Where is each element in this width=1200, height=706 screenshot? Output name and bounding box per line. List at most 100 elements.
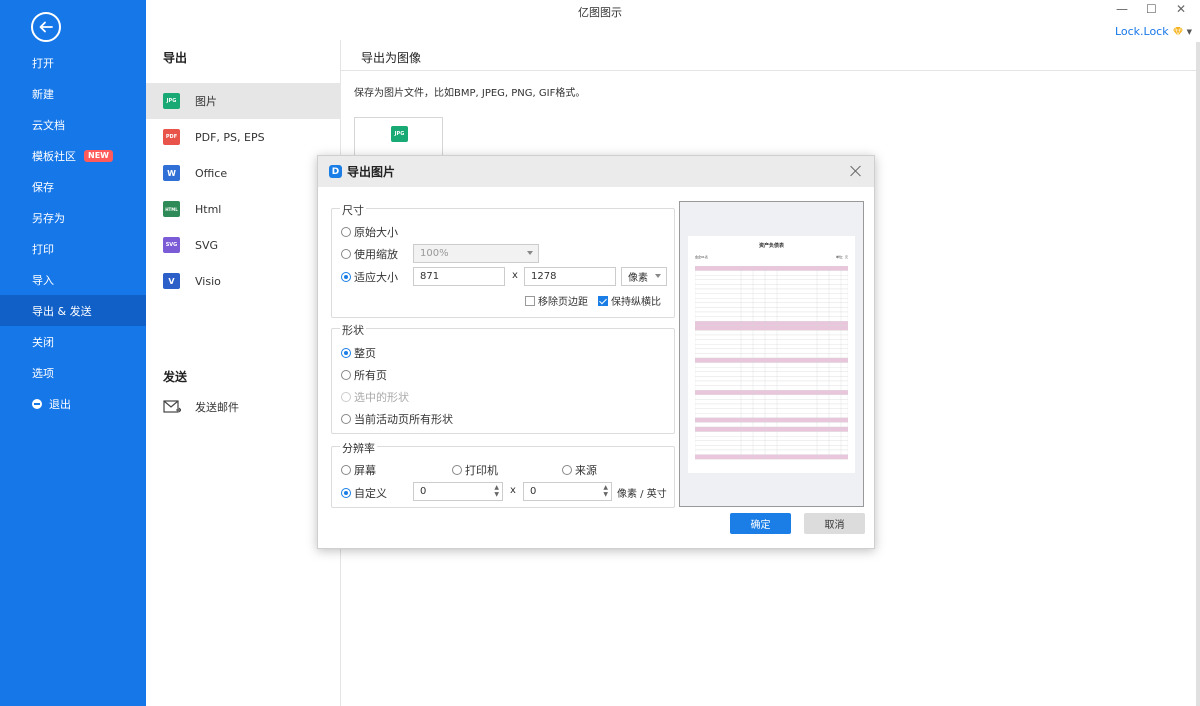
radio-label: 屏幕 (354, 464, 376, 477)
format-label: Visio (195, 274, 221, 288)
jpg-icon: JPG (391, 126, 408, 142)
radio-label: 使用缩放 (354, 248, 398, 261)
size-group: 尺寸 原始大小 使用缩放 100% 适应大小 871 x 1278 像素 移除页… (331, 202, 675, 318)
app-title: 亿图图示 (578, 6, 622, 19)
format-item-html[interactable]: HTML Html (146, 191, 341, 227)
format-item-office[interactable]: W Office (146, 155, 341, 191)
html-icon: HTML (163, 201, 180, 217)
radio-icon (341, 465, 351, 475)
height-value: 1278 (531, 271, 557, 282)
radio-label: 整页 (354, 347, 376, 360)
preview-doc-title: 资产负债表 (758, 243, 784, 249)
radio-label: 所有页 (354, 369, 387, 382)
ok-button[interactable]: 确定 (730, 513, 791, 534)
resolution-legend: 分辨率 (340, 440, 377, 456)
preview-table-graphic (695, 266, 848, 460)
sidebar-item-template-community[interactable]: 模板社区 NEW (0, 140, 146, 171)
checkbox-label: 移除页边距 (538, 297, 588, 308)
sidebar-item-print[interactable]: 打印 (0, 233, 146, 264)
sidebar-item-options[interactable]: 选项 (0, 357, 146, 388)
radio-label: 选中的形状 (354, 391, 409, 404)
sidebar-item-save-as[interactable]: 另存为 (0, 202, 146, 233)
preview-pane: 资产负债表 会企01表 单位：元 (679, 201, 864, 507)
content-title: 导出为图像 (361, 51, 422, 65)
radio-label: 当前活动页所有形状 (354, 413, 453, 426)
radio-fit-size[interactable]: 适应大小 (341, 269, 398, 285)
chevron-down-icon: ▼ (1186, 27, 1192, 36)
remove-margin-checkbox[interactable]: 移除页边距 (525, 293, 588, 308)
sidebar-item-export-send[interactable]: 导出 & 发送 (0, 295, 146, 326)
word-icon: W (163, 165, 180, 181)
radio-icon (341, 392, 351, 402)
dpi-y-value: 0 (530, 486, 537, 497)
minimize-button[interactable]: — (1116, 2, 1128, 16)
chevron-down-icon (527, 251, 533, 255)
new-badge: NEW (84, 149, 113, 162)
height-input[interactable]: 1278 (524, 267, 616, 286)
user-menu[interactable]: Lock.Lock ▼ (1115, 25, 1192, 38)
sidebar-item-open[interactable]: 打开 (0, 47, 146, 78)
user-name: Lock.Lock (1114, 25, 1169, 38)
radio-whole-page[interactable]: 整页 (341, 345, 376, 361)
sidebar-item-label: 打开 (32, 56, 54, 70)
format-item-image[interactable]: JPG 图片 (146, 83, 341, 119)
radio-selected-shapes: 选中的形状 (341, 389, 409, 405)
checkbox-label: 保持纵横比 (611, 297, 661, 308)
keep-ratio-checkbox[interactable]: 保持纵横比 (598, 293, 661, 308)
radio-label: 打印机 (465, 464, 498, 477)
resolution-group: 分辨率 屏幕 打印机 来源 自定义 0 ▲ ▼ x 0 ▲ ▼ 像素 / 英寸 (331, 440, 675, 508)
sidebar-item-label: 导入 (32, 273, 54, 287)
format-label: Html (195, 202, 222, 216)
sidebar-item-label: 退出 (49, 397, 71, 411)
scrollbar[interactable] (1196, 42, 1200, 706)
sidebar-item-label: 选项 (32, 366, 54, 380)
sidebar-item-new[interactable]: 新建 (0, 78, 146, 109)
width-input[interactable]: 871 (413, 267, 505, 286)
radio-icon (341, 348, 351, 358)
sidebar-item-save[interactable]: 保存 (0, 171, 146, 202)
cancel-button[interactable]: 取消 (804, 513, 865, 534)
exit-icon (32, 398, 42, 409)
close-icon[interactable] (850, 165, 862, 177)
sidebar-item-label: 云文档 (32, 118, 65, 132)
shape-legend: 形状 (340, 322, 366, 338)
app-logo-icon: D (329, 165, 342, 178)
radio-custom[interactable]: 自定义 (341, 485, 387, 501)
export-panel: 导出 JPG 图片 PDF PDF, PS, EPS W Office HTML… (146, 40, 341, 706)
unit-select[interactable]: 像素 (621, 267, 667, 286)
dpi-x-value: 0 (420, 486, 427, 497)
sidebar-item-label: 新建 (32, 87, 54, 101)
export-image-tile[interactable]: JPG (354, 117, 443, 157)
dpi-y-stepper[interactable]: 0 ▲ ▼ (523, 482, 612, 501)
format-list: JPG 图片 PDF PDF, PS, EPS W Office HTML Ht… (146, 83, 341, 299)
radio-printer[interactable]: 打印机 (452, 462, 498, 478)
visio-icon: V (163, 273, 180, 289)
sidebar-item-import[interactable]: 导入 (0, 264, 146, 295)
sidebar-item-cloud-docs[interactable]: 云文档 (0, 109, 146, 140)
radio-icon (341, 414, 351, 424)
format-item-pdf[interactable]: PDF PDF, PS, EPS (146, 119, 341, 155)
sidebar-item-exit[interactable]: 退出 (0, 388, 146, 419)
zoom-select[interactable]: 100% (413, 244, 539, 263)
maximize-button[interactable]: ☐ (1146, 2, 1157, 16)
format-item-visio[interactable]: V Visio (146, 263, 341, 299)
close-window-button[interactable]: ✕ (1176, 2, 1186, 16)
radio-source[interactable]: 来源 (562, 462, 597, 478)
send-email-item[interactable]: 发送邮件 (146, 392, 341, 422)
format-item-svg[interactable]: SVG SVG (146, 227, 341, 263)
stepper-arrows-icon[interactable]: ▲ ▼ (494, 484, 499, 498)
radio-current-page-shapes[interactable]: 当前活动页所有形状 (341, 411, 453, 427)
mail-icon (163, 400, 181, 413)
sidebar-item-label: 另存为 (32, 211, 65, 225)
radio-use-zoom[interactable]: 使用缩放 (341, 246, 398, 262)
radio-all-pages[interactable]: 所有页 (341, 367, 387, 383)
dpi-unit-label: 像素 / 英寸 (617, 489, 667, 500)
format-label: 图片 (195, 95, 217, 108)
content-description: 保存为图片文件，比如BMP, JPEG, PNG, GIF格式。 (354, 88, 586, 99)
dpi-x-stepper[interactable]: 0 ▲ ▼ (413, 482, 503, 501)
radio-original-size[interactable]: 原始大小 (341, 224, 398, 240)
sidebar-item-close[interactable]: 关闭 (0, 326, 146, 357)
size-legend: 尺寸 (340, 202, 366, 218)
stepper-arrows-icon[interactable]: ▲ ▼ (603, 484, 608, 498)
radio-screen[interactable]: 屏幕 (341, 462, 376, 478)
